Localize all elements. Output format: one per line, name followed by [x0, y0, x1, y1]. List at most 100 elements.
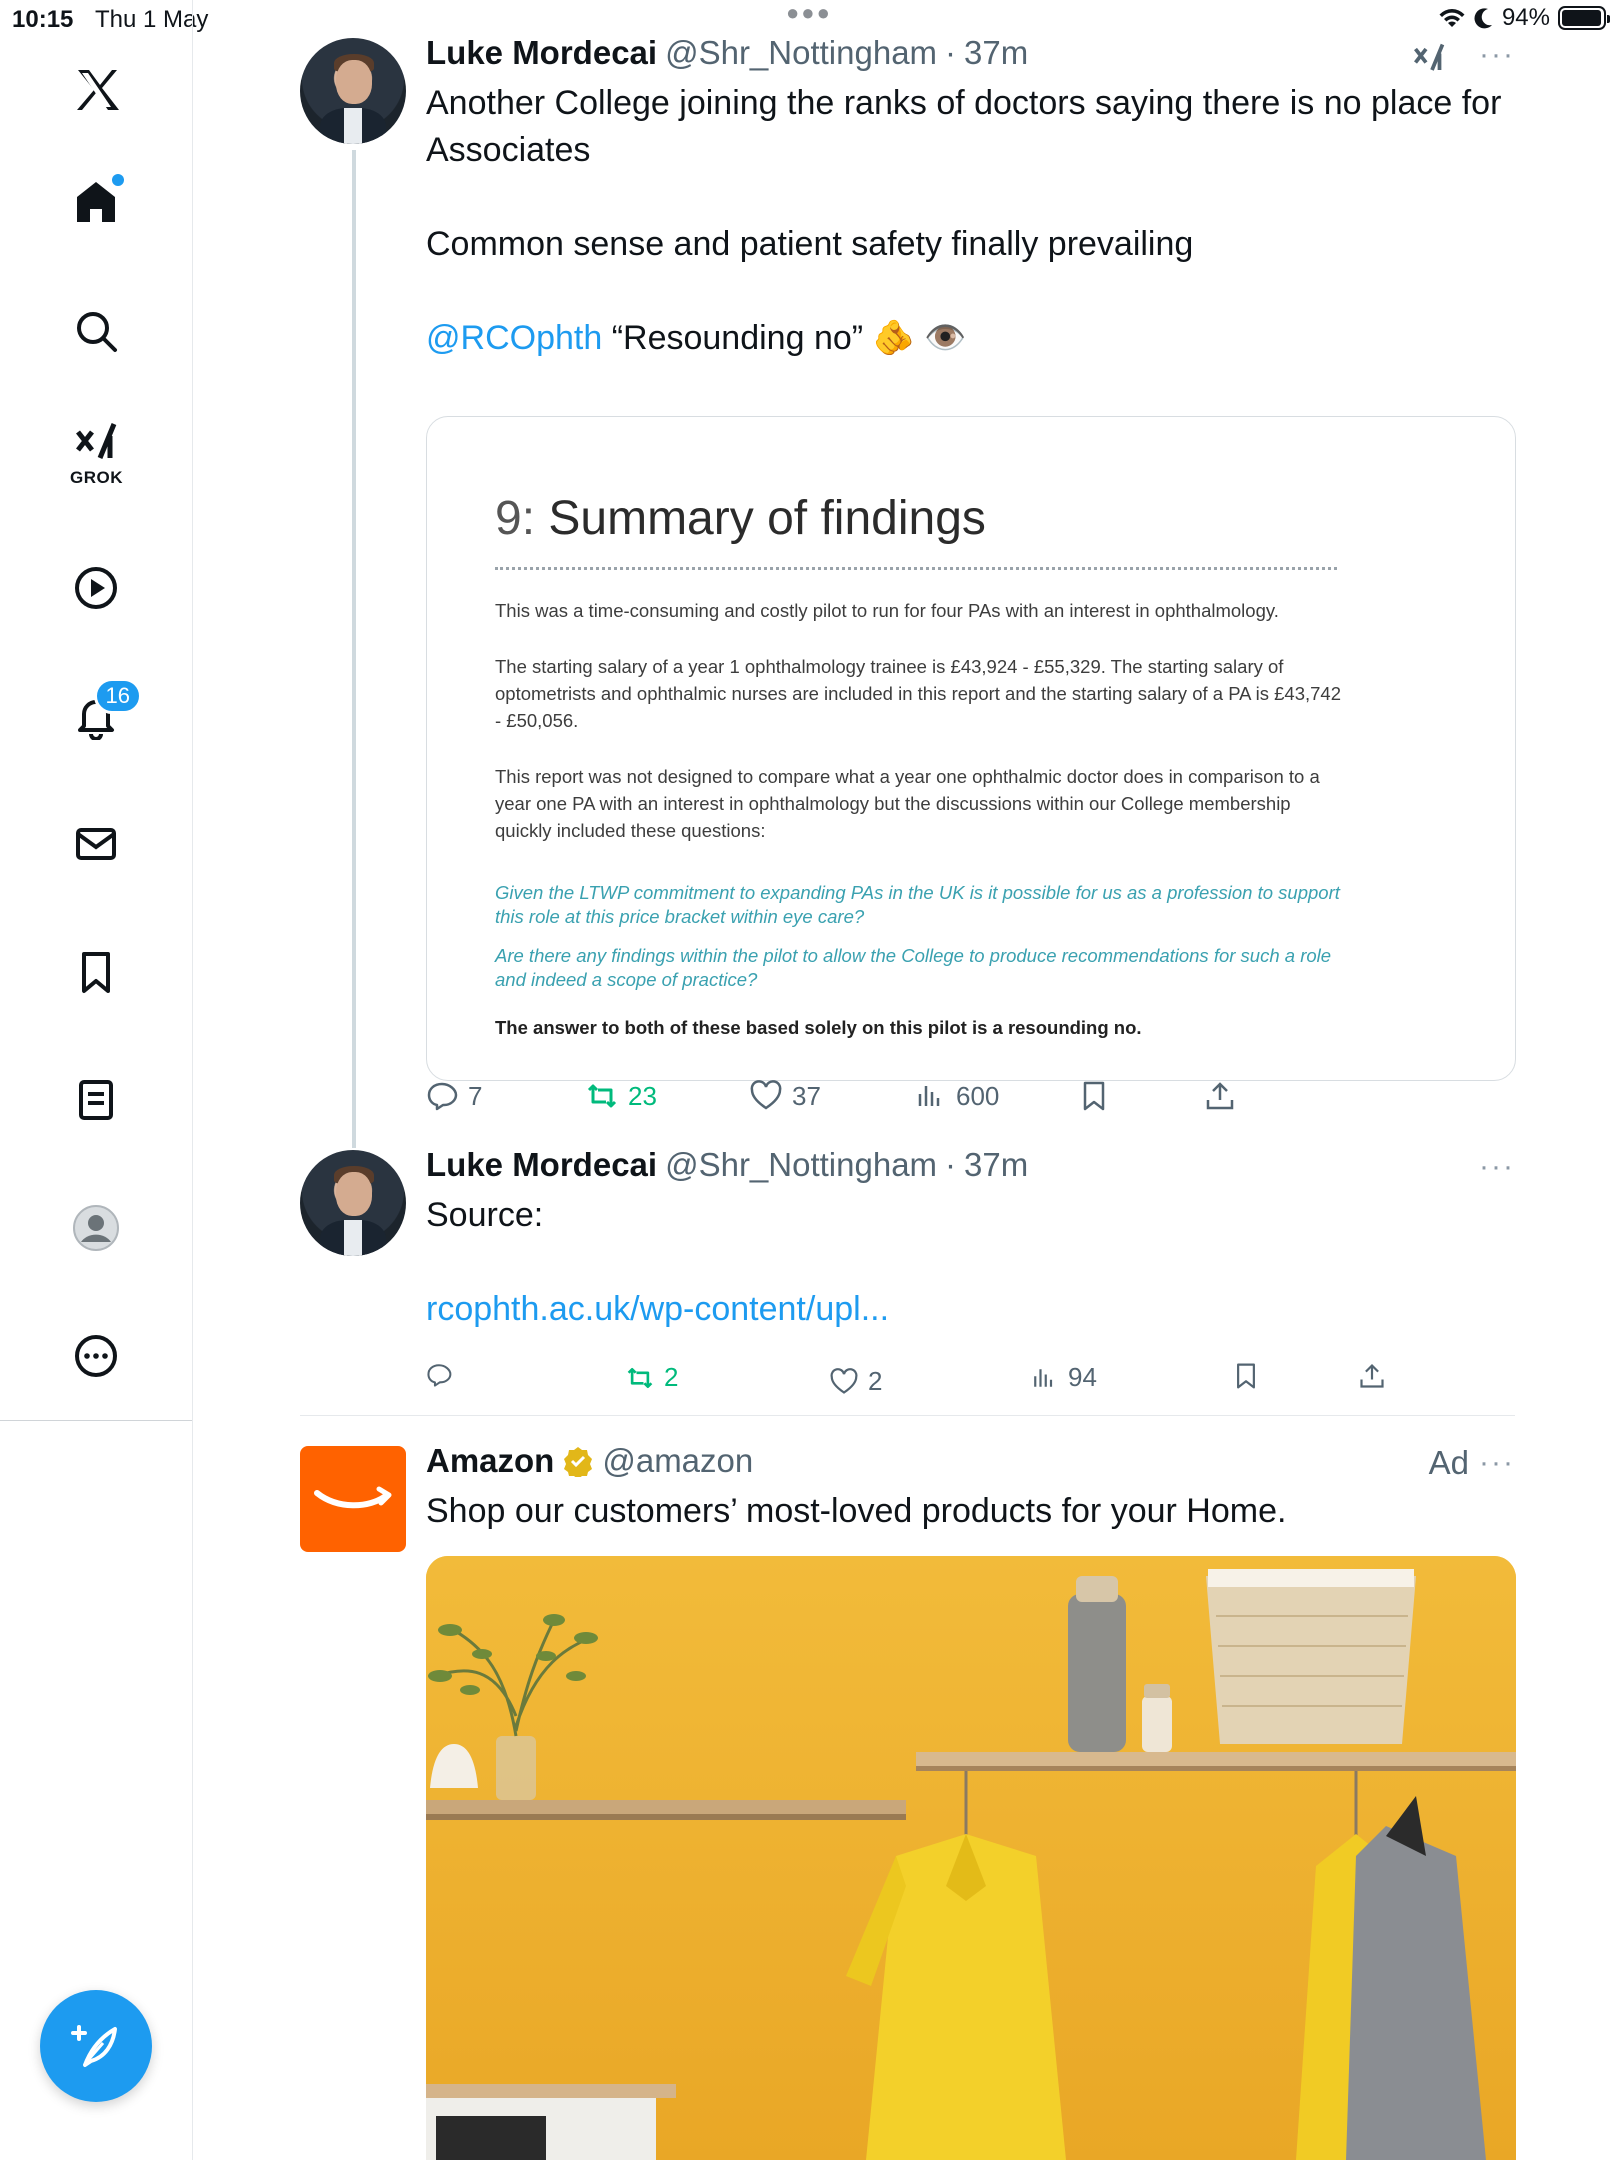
card-paragraph-1: This was a time-consuming and costly pil… — [495, 600, 1279, 621]
share-upload-icon — [1360, 1363, 1384, 1388]
compose-post-button[interactable] — [40, 1990, 152, 2102]
view-count: 600 — [956, 1080, 1000, 1111]
status-indicators: 94% — [1438, 4, 1610, 32]
battery-icon — [1558, 6, 1610, 30]
grok-explain-icon[interactable] — [1411, 40, 1447, 76]
avatar[interactable] — [300, 1150, 406, 1256]
card-question-2: Are there any findings within the pilot … — [495, 945, 1332, 990]
tweet-text: Source: rcophth.ac.uk/wp-content/upl... — [426, 1192, 1516, 1333]
card-answer: The answer to both of these based solely… — [495, 1017, 1142, 1038]
amazon-logo[interactable] — [300, 1446, 406, 1552]
view-count: 94 — [1068, 1362, 1097, 1392]
sidebar: GROK 16 — [0, 0, 193, 2160]
tweet-more-icon[interactable]: ··· — [1479, 1446, 1515, 1480]
separator-dot: · — [945, 1146, 957, 1183]
tweet-text-source: Source: — [426, 1196, 544, 1234]
card-paragraph-3: This report was not designed to compare … — [495, 766, 1320, 841]
repost-button[interactable]: 2 — [626, 1362, 678, 1393]
more-options-icon[interactable] — [60, 1320, 132, 1392]
notification-badge: 16 — [93, 678, 142, 714]
views-chart-icon — [1034, 1368, 1053, 1387]
reply-button[interactable] — [426, 1362, 452, 1388]
heart-icon — [750, 1080, 782, 1110]
lists-icon[interactable] — [60, 1064, 132, 1136]
tweet-divider — [300, 1415, 1515, 1416]
tweet-header: Amazon @amazon — [426, 1442, 753, 1480]
tweet-text-line2: Common sense and patient safety finally … — [426, 225, 1194, 263]
like-count: 37 — [792, 1080, 821, 1111]
notifications-bell-icon[interactable]: 16 — [60, 678, 142, 752]
views-button[interactable]: 600 — [914, 1080, 999, 1112]
author-name[interactable]: Amazon — [426, 1442, 554, 1480]
repost-count: 23 — [628, 1080, 657, 1111]
author-handle[interactable]: @Shr_Nottingham — [665, 34, 937, 72]
card-title: 9: Summary of findings — [495, 491, 986, 546]
card-paragraph-2: The starting salary of a year 1 ophthalm… — [495, 656, 1341, 731]
tweet-more-icon[interactable]: ··· — [1479, 1150, 1515, 1184]
share-upload-icon — [1206, 1082, 1234, 1110]
bookmarks-icon[interactable] — [60, 936, 132, 1008]
card-title-number: 9: — [495, 492, 536, 545]
card-dotted-rule — [495, 567, 1337, 570]
views-chart-icon — [918, 1086, 940, 1106]
tweet[interactable]: Luke Mordecai @Shr_Nottingham · 37m ··· … — [300, 1146, 1516, 1396]
grok-label: GROK — [70, 468, 123, 487]
author-handle[interactable]: @amazon — [602, 1442, 753, 1480]
like-button[interactable]: 2 — [830, 1366, 882, 1397]
profile-avatar-icon[interactable] — [60, 1192, 132, 1264]
messages-envelope-icon[interactable] — [60, 808, 132, 880]
repost-count: 2 — [664, 1362, 679, 1392]
x-logo-icon[interactable] — [60, 54, 132, 126]
tweet-text-line1: Another College joining the ranks of doc… — [426, 84, 1502, 169]
compose-feather-icon — [71, 2025, 117, 2067]
bookmark-button[interactable] — [1078, 1080, 1110, 1112]
grok-icon[interactable]: GROK — [60, 420, 132, 500]
avatar[interactable] — [300, 38, 406, 144]
battery-percent: 94% — [1501, 4, 1550, 31]
timestamp[interactable]: 37m — [964, 1146, 1028, 1184]
home-unread-dot — [112, 174, 124, 186]
video-icon[interactable] — [60, 552, 132, 624]
separator-dot: · — [945, 34, 957, 71]
timestamp[interactable]: 37m — [964, 34, 1028, 72]
tweet-header: Luke Mordecai @Shr_Nottingham · 37m — [426, 1146, 1028, 1184]
ad-label: Ad — [1428, 1444, 1469, 1481]
reply-button[interactable]: 7 — [426, 1080, 482, 1112]
wifi-icon — [1439, 9, 1465, 27]
home-decor-illustration — [426, 1556, 1516, 2160]
attached-image-card[interactable]: 9: Summary of findings This was a time-c… — [426, 416, 1516, 1081]
like-button[interactable]: 37 — [750, 1080, 821, 1112]
amazon-smile-icon — [314, 1486, 392, 1509]
bookmark-icon — [1083, 1081, 1105, 1111]
source-link[interactable]: rcophth.ac.uk/wp-content/upl... — [426, 1286, 1516, 1333]
tweet-text: Another College joining the ranks of doc… — [426, 80, 1516, 362]
like-count: 2 — [868, 1366, 883, 1396]
share-button[interactable] — [1204, 1080, 1236, 1112]
repost-icon — [587, 1084, 617, 1108]
author-name[interactable]: Luke Mordecai — [426, 34, 657, 72]
mention-link[interactable]: @RCOphth — [426, 319, 602, 357]
multitasking-dots[interactable]: ●●● — [786, 0, 832, 26]
tweet-header: Luke Mordecai @Shr_Nottingham · 37m — [426, 34, 1028, 72]
card-title-text: Summary of findings — [548, 492, 986, 545]
tweet[interactable]: Luke Mordecai @Shr_Nottingham · 37m ··· … — [300, 34, 1516, 1120]
author-handle[interactable]: @Shr_Nottingham — [665, 1146, 937, 1184]
repost-icon — [627, 1367, 653, 1388]
tweet-text: Shop our customers’ most-loved products … — [426, 1492, 1287, 1530]
author-name[interactable]: Luke Mordecai — [426, 1146, 657, 1184]
heart-icon — [830, 1367, 858, 1394]
share-button[interactable] — [1358, 1362, 1386, 1390]
reply-count: 7 — [468, 1080, 483, 1111]
repost-button[interactable]: 23 — [586, 1080, 657, 1112]
views-button[interactable]: 94 — [1030, 1362, 1097, 1393]
ad-product-image[interactable] — [426, 1556, 1516, 2160]
tweet-more-icon[interactable]: ··· — [1479, 38, 1515, 72]
search-icon[interactable] — [60, 295, 132, 367]
moon-icon — [1474, 8, 1492, 29]
card-question-1: Given the LTWP commitment to expanding P… — [495, 882, 1340, 927]
reply-icon — [427, 1082, 458, 1111]
quote-text: “Resounding no” 🫵 👁️ — [611, 319, 967, 357]
tweet-actions: 7 23 37 600 — [426, 1080, 1516, 1120]
home-icon[interactable] — [60, 166, 132, 238]
bookmark-button[interactable] — [1232, 1362, 1260, 1390]
